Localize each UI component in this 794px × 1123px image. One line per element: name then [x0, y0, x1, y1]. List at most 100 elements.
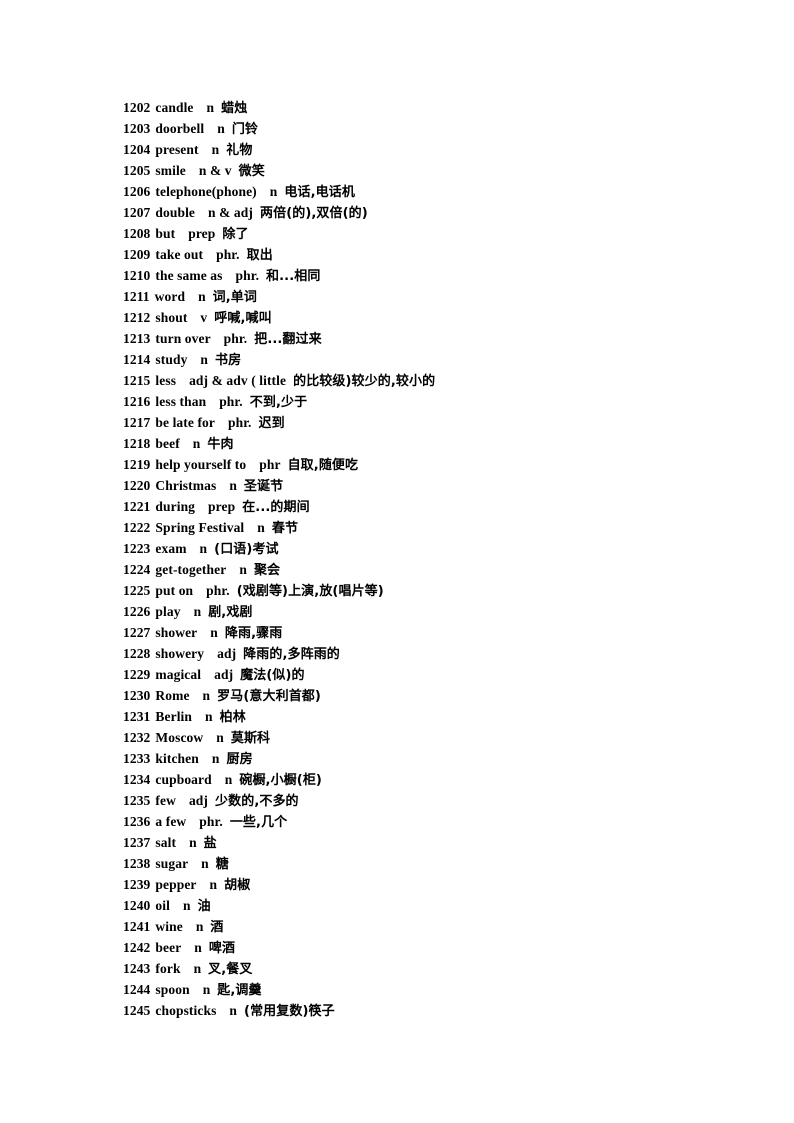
entry-gloss: 少数的,不多的	[215, 794, 299, 809]
entry-term: turn over	[155, 331, 211, 346]
entry-number: 1212	[123, 310, 151, 325]
entry-part-of-speech: phr.	[227, 415, 252, 430]
entry-number: 1231	[123, 709, 151, 724]
vocabulary-entry: 1206 telephone(phone) n 电话,电话机	[123, 181, 743, 202]
entry-term: wine	[155, 919, 183, 934]
entry-number: 1214	[123, 352, 151, 367]
entry-number: 1203	[123, 121, 151, 136]
entry-gloss: 罗马(意大利首都)	[217, 689, 321, 704]
vocabulary-entry: 1219 help yourself to phr 自取,随便吃	[123, 454, 743, 475]
entry-part-of-speech: v	[200, 310, 208, 325]
entry-number: 1232	[123, 730, 151, 745]
entry-term: doorbell	[155, 121, 205, 136]
entry-number: 1230	[123, 688, 151, 703]
entry-number: 1221	[123, 499, 151, 514]
entry-term: Rome	[155, 688, 190, 703]
vocabulary-entry: 1220 Christmas n 圣诞节	[123, 475, 743, 496]
vocabulary-entry: 1233 kitchen n 厨房	[123, 748, 743, 769]
vocabulary-entry: 1211 word n 词,单词	[123, 286, 743, 307]
entry-gloss: 春节	[271, 521, 299, 536]
entry-number: 1217	[123, 415, 151, 430]
entry-part-of-speech: n & adj	[208, 205, 253, 220]
entry-part-of-speech: n	[202, 688, 211, 703]
entry-term: spoon	[155, 982, 190, 997]
vocabulary-entry: 1234 cupboard n 碗橱,小橱(柜)	[123, 769, 743, 790]
vocabulary-entry: 1207 double n & adj 两倍(的),双倍(的)	[123, 202, 743, 223]
entry-term: exam	[155, 541, 187, 556]
vocabulary-entry: 1240 oil n 油	[123, 895, 743, 916]
entry-part-of-speech: n	[206, 100, 215, 115]
entry-number: 1208	[123, 226, 151, 241]
entry-gloss: 两倍(的),双倍(的)	[260, 206, 368, 221]
entry-number: 1222	[123, 520, 151, 535]
vocabulary-entry: 1229 magical adj 魔法(似)的	[123, 664, 743, 685]
entry-number: 1229	[123, 667, 151, 682]
entry-gloss: 柏林	[219, 710, 246, 725]
entry-part-of-speech: n	[189, 835, 197, 850]
entry-gloss: 油	[197, 899, 211, 914]
entry-part-of-speech: n	[200, 352, 209, 367]
entry-term: magical	[155, 667, 202, 682]
entry-term: Christmas	[155, 478, 217, 493]
entry-part-of-speech: phr.	[235, 268, 260, 283]
entry-term: during	[155, 499, 196, 514]
entry-term: few	[155, 793, 176, 808]
entry-gloss: 聚会	[253, 563, 281, 578]
entry-number: 1237	[123, 835, 151, 850]
entry-term: beer	[155, 940, 182, 955]
entry-number: 1227	[123, 625, 151, 640]
entry-gloss: 圣诞节	[243, 479, 284, 494]
entry-part-of-speech: n	[199, 541, 208, 556]
vocabulary-list: 1202 candle n 蜡烛 1203 doorbell n 门铃 1204 present n…	[123, 97, 743, 1021]
entry-number: 1209	[123, 247, 151, 262]
vocabulary-entry: 1218 beef n 牛肉	[123, 433, 743, 454]
entry-gloss: 词,单词	[212, 290, 258, 305]
entry-term: Moscow	[155, 730, 204, 745]
entry-term: get-together	[155, 562, 227, 577]
vocabulary-entry: 1245 chopsticks n (常用复数)筷子	[123, 1000, 743, 1021]
vocabulary-entry: 1209 take out phr. 取出	[123, 244, 743, 265]
vocabulary-entry: 1208 but prep 除了	[123, 223, 743, 244]
entry-number: 1213	[123, 331, 151, 346]
vocabulary-entry: 1210 the same as phr. 和...相同	[123, 265, 743, 286]
entry-part-of-speech: n	[224, 772, 233, 787]
entry-term: smile	[155, 163, 186, 178]
entry-term: study	[155, 352, 188, 367]
vocabulary-entry: 1205 smile n & v 微笑	[123, 160, 743, 181]
entry-part-of-speech: phr.	[216, 247, 240, 262]
entry-part-of-speech: n	[216, 730, 224, 745]
entry-number: 1226	[123, 604, 151, 619]
vocabulary-entry: 1203 doorbell n 门铃	[123, 118, 743, 139]
entry-gloss: 呼喊,喊叫	[214, 311, 272, 326]
entry-gloss: 牛肉	[207, 437, 234, 452]
entry-gloss: 盐	[203, 836, 217, 851]
entry-term: the same as	[155, 268, 223, 283]
vocabulary-entry: 1232 Moscow n 莫斯科	[123, 727, 743, 748]
entry-gloss: 书房	[215, 353, 242, 368]
vocabulary-entry: 1243 fork n 叉,餐叉	[123, 958, 743, 979]
entry-part-of-speech: n	[209, 877, 218, 892]
entry-part-of-speech: n	[229, 1003, 238, 1018]
vocabulary-entry: 1214 study n 书房	[123, 349, 743, 370]
entry-term: but	[155, 226, 176, 241]
vocabulary-entry: 1227 shower n 降雨,骤雨	[123, 622, 743, 643]
entry-gloss: 取出	[246, 248, 273, 263]
entry-term: sugar	[155, 856, 189, 871]
entry-gloss: 蜡烛	[221, 101, 248, 116]
entry-term: take out	[155, 247, 204, 262]
vocabulary-entry: 1213 turn over phr. 把...翻过来	[123, 328, 743, 349]
entry-part-of-speech: phr.	[219, 394, 243, 409]
entry-gloss: 门铃	[231, 122, 259, 137]
entry-number: 1218	[123, 436, 151, 451]
entry-number: 1211	[123, 289, 150, 304]
entry-part-of-speech: n	[198, 289, 206, 304]
entry-gloss: 降雨,骤雨	[224, 626, 283, 641]
vocabulary-entry: 1202 candle n 蜡烛	[123, 97, 743, 118]
entry-gloss: 降雨的,多阵雨的	[243, 647, 340, 662]
vocabulary-entry: 1236 a few phr. 一些,几个	[123, 811, 743, 832]
entry-number: 1234	[123, 772, 151, 787]
vocabulary-entry: 1244 spoon n 匙,调羹	[123, 979, 743, 1000]
entry-part-of-speech: n	[195, 919, 204, 934]
entry-part-of-speech: prep	[188, 226, 216, 241]
entry-term: pepper	[155, 877, 197, 892]
